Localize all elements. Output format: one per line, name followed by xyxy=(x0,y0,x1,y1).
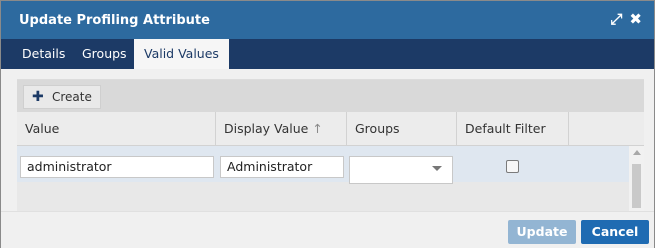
column-header-display-value[interactable]: Display Value ↑ xyxy=(216,112,347,145)
expand-icon[interactable]: ⤢ xyxy=(610,12,622,27)
dialog-titlebar: Update Profiling Attribute ⤢ ✖ xyxy=(1,1,654,39)
update-profiling-attribute-dialog: Update Profiling Attribute ⤢ ✖ Details G… xyxy=(0,0,655,248)
display-value-input[interactable]: Administrator xyxy=(220,156,344,178)
tab-details[interactable]: Details xyxy=(12,39,75,69)
update-button[interactable]: Update xyxy=(508,220,576,244)
plus-icon: ✚ xyxy=(32,89,44,105)
column-header-groups[interactable]: Groups xyxy=(347,112,457,145)
column-header-empty xyxy=(569,112,644,145)
groups-dropdown[interactable] xyxy=(349,156,453,184)
chevron-down-icon xyxy=(432,166,442,171)
grid-toolbar: ✚ Create xyxy=(17,80,644,112)
column-header-default-filter[interactable]: Default Filter xyxy=(457,112,569,145)
table-row: administrator Administrator xyxy=(17,146,629,184)
sort-ascending-icon: ↑ xyxy=(312,121,323,136)
cancel-button[interactable]: Cancel xyxy=(581,220,649,244)
tab-groups[interactable]: Groups xyxy=(72,39,137,69)
tab-bar: Details Groups Valid Values xyxy=(1,39,654,70)
content-area: ✚ Create Value Display Value ↑ Groups Def… xyxy=(1,69,654,212)
tab-valid-values[interactable]: Valid Values xyxy=(134,39,229,70)
vertical-scrollbar[interactable] xyxy=(629,146,644,212)
value-input[interactable]: administrator xyxy=(20,156,214,178)
valid-values-grid: ✚ Create Value Display Value ↑ Groups Def… xyxy=(17,79,644,212)
column-header-value[interactable]: Value xyxy=(17,112,216,145)
close-icon[interactable]: ✖ xyxy=(629,12,642,27)
scroll-up-icon[interactable] xyxy=(633,150,641,155)
titlebar-icons: ⤢ ✖ xyxy=(610,12,642,27)
create-button-label: Create xyxy=(52,90,92,104)
dialog-title: Update Profiling Attribute xyxy=(19,13,210,28)
scrollbar-thumb[interactable] xyxy=(632,164,641,208)
default-filter-checkbox[interactable] xyxy=(506,160,519,173)
dialog-footer: Update Cancel xyxy=(1,211,654,248)
create-button[interactable]: ✚ Create xyxy=(23,85,101,109)
grid-header: Value Display Value ↑ Groups Default Filt… xyxy=(17,112,644,146)
